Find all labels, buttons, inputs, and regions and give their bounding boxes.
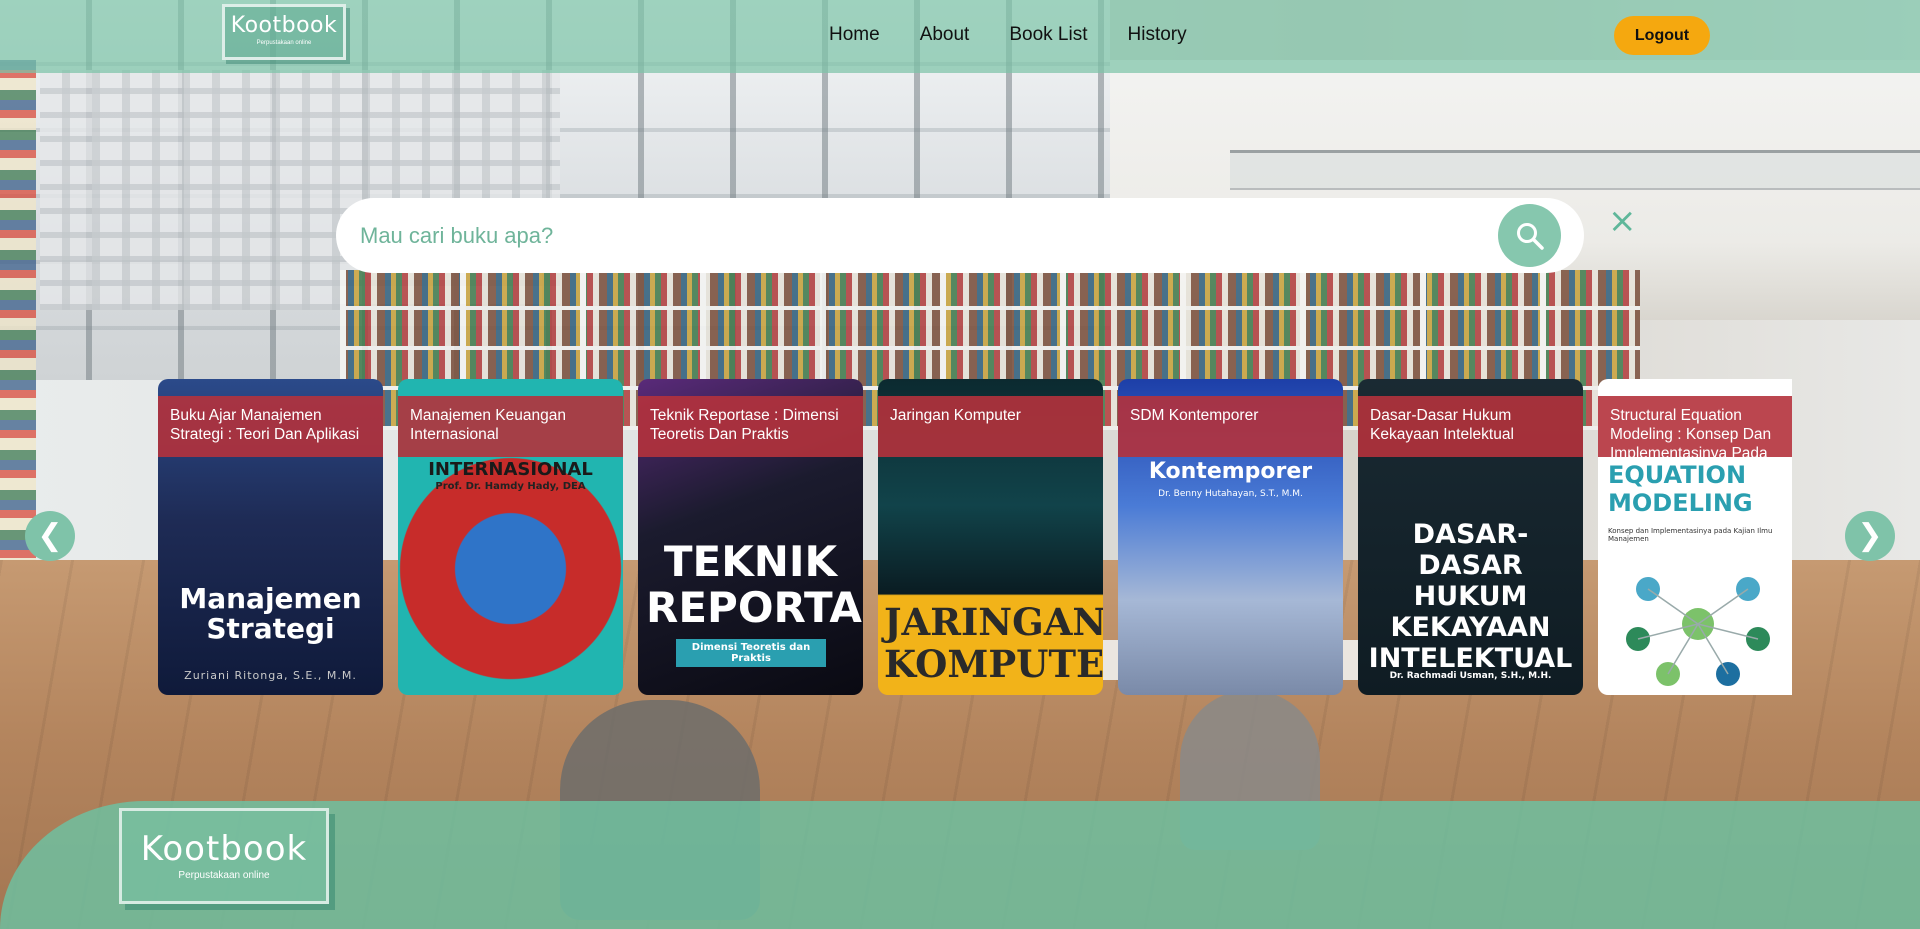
- book-cover-author: Zuriani Ritonga, S.E., M.M.: [184, 669, 357, 682]
- book-title: SDM Kontemporer: [1118, 396, 1343, 457]
- book-card[interactable]: Dasar-Dasar Hukum Kekayaan Intelektual D…: [1358, 379, 1583, 695]
- nav-about[interactable]: About: [920, 24, 970, 46]
- book-cover-text: Manajemen Strategi: [179, 582, 362, 645]
- book-title: Dasar-Dasar Hukum Kekayaan Intelektual: [1358, 396, 1583, 457]
- header-logo[interactable]: Kootbook Perpustakaan online: [222, 4, 346, 60]
- background-railing: [1230, 150, 1920, 190]
- diagram-icon: [1626, 577, 1770, 686]
- book-card[interactable]: Teknik Reportase : Dimensi Teoretis Dan …: [638, 379, 863, 695]
- book-cover-text: INTERNASIONAL: [428, 459, 593, 480]
- carousel-prev-button[interactable]: ❮: [25, 511, 75, 561]
- search-bar: [336, 198, 1584, 273]
- logo-subtitle: Perpustakaan online: [178, 870, 270, 881]
- book-card[interactable]: Manajemen Keuangan Internasional INTERNA…: [398, 379, 623, 695]
- book-carousel: Buku Ajar Manajemen Strategi : Teori Dan…: [158, 379, 1792, 695]
- book-title: Manajemen Keuangan Internasional: [398, 396, 623, 457]
- logout-button[interactable]: Logout: [1614, 16, 1710, 55]
- book-title: Buku Ajar Manajemen Strategi : Teori Dan…: [158, 396, 383, 457]
- footer-logo: Kootbook Perpustakaan online: [119, 808, 329, 904]
- book-cover-text: DASAR-DASAR HUKUM KEKAYAAN INTELEKTUAL: [1368, 519, 1573, 674]
- nav-book-list[interactable]: Book List: [1009, 24, 1087, 46]
- book-card[interactable]: Buku Ajar Manajemen Strategi : Teori Dan…: [158, 379, 383, 695]
- book-title: Teknik Reportase : Dimensi Teoretis Dan …: [638, 396, 863, 457]
- logo-text: Kootbook: [230, 13, 338, 38]
- nav-home[interactable]: Home: [829, 24, 880, 46]
- book-cover-author: Dr. Benny Hutahayan, S.T., M.M.: [1158, 489, 1303, 499]
- book-cover-author: Prof. Dr. Hamdy Hady, DEA: [435, 481, 586, 492]
- search-button[interactable]: [1498, 204, 1561, 267]
- book-cover-author: Dr. Rachmadi Usman, S.H., M.H.: [1389, 671, 1552, 681]
- background-left-shelf: [0, 60, 36, 580]
- book-cover-author: Dimensi Teoretis dan Praktis: [676, 639, 826, 667]
- nav-history[interactable]: History: [1128, 24, 1187, 46]
- book-cover-text: TEKNIK REPORTASE: [646, 537, 863, 632]
- book-cover-text: EQUATION MODELING: [1608, 461, 1753, 517]
- logo-text: Kootbook: [140, 829, 308, 869]
- search-input[interactable]: [360, 198, 1510, 273]
- navbar: Kootbook Perpustakaan online Home About …: [0, 0, 1920, 73]
- book-cover-author: Konsep dan Implementasinya pada Kajian I…: [1608, 527, 1773, 543]
- book-card[interactable]: Structural Equation Modeling : Konsep Da…: [1598, 379, 1792, 695]
- nav-links: Home About Book List History: [829, 24, 1187, 46]
- clear-search-icon[interactable]: ×: [1608, 204, 1637, 238]
- book-card[interactable]: SDM Kontemporer Kontemporer Dr. Benny Hu…: [1118, 379, 1343, 695]
- book-title: Structural Equation Modeling : Konsep Da…: [1598, 396, 1792, 457]
- book-title: Jaringan Komputer: [878, 396, 1103, 457]
- book-cover-text: Kontemporer: [1148, 459, 1313, 484]
- logo-subtitle: Perpustakaan online: [256, 40, 312, 46]
- carousel-next-button[interactable]: ❯: [1845, 511, 1895, 561]
- book-card[interactable]: Jaringan Komputer JARINGAN KOMPUTER: [878, 379, 1103, 695]
- search-icon: [1516, 222, 1544, 250]
- book-cover-text: JARINGAN KOMPUTER: [884, 600, 1103, 686]
